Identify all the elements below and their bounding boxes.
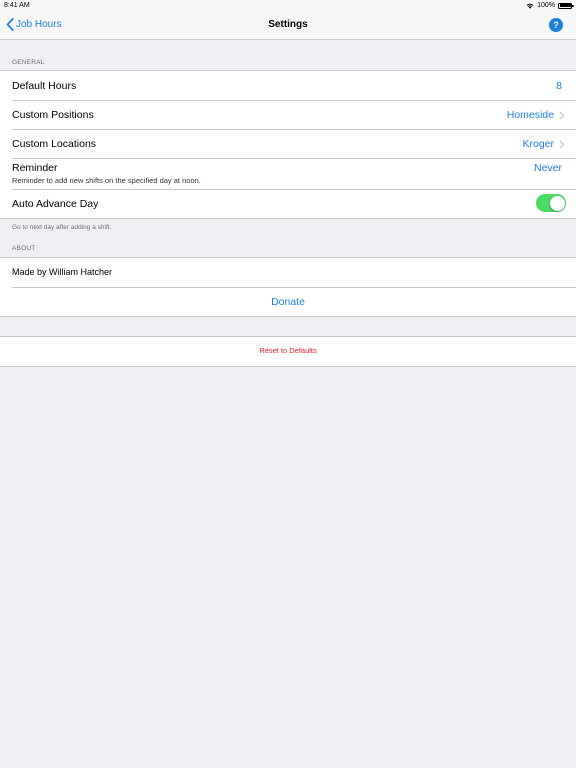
page-title: Settings bbox=[268, 19, 308, 30]
auto-advance-label: Auto Advance Day bbox=[12, 198, 99, 210]
custom-locations-row[interactable]: Custom Locations Kroger bbox=[0, 129, 576, 158]
general-footer: Go to next day after adding a shift. bbox=[12, 224, 112, 231]
chevron-right-icon bbox=[559, 111, 565, 119]
reset-row[interactable]: Reset to Defaults bbox=[0, 337, 576, 366]
default-hours-value[interactable]: 8 bbox=[556, 80, 562, 92]
made-by-row: Made by William Hatcher bbox=[0, 258, 576, 287]
section-header-general: GENERAL bbox=[12, 59, 45, 66]
reminder-label: Reminder bbox=[12, 162, 58, 174]
custom-positions-value-wrap: Homeside bbox=[507, 109, 565, 121]
status-time: 8:41 AM bbox=[4, 2, 30, 9]
custom-positions-value: Homeside bbox=[506, 109, 554, 121]
section-header-about: ABOUT bbox=[12, 245, 36, 252]
status-bar: 8:41 AM 100% bbox=[0, 0, 576, 11]
reminder-value[interactable]: Never bbox=[534, 162, 562, 174]
status-right: 100% bbox=[526, 0, 574, 11]
custom-locations-label: Custom Locations bbox=[12, 138, 97, 150]
made-by-label: Made by William Hatcher bbox=[12, 267, 113, 277]
about-group: Made by William Hatcher Donate bbox=[0, 257, 576, 317]
wifi-icon bbox=[526, 3, 534, 9]
custom-locations-value: Kroger bbox=[522, 138, 554, 150]
reminder-subtitle: Reminder to add new shifts on the specif… bbox=[12, 176, 201, 185]
help-icon[interactable]: ? bbox=[549, 18, 563, 32]
donate-button[interactable]: Donate bbox=[0, 296, 576, 308]
chevron-right-icon bbox=[559, 140, 565, 148]
reset-to-defaults-button[interactable]: Reset to Defaults bbox=[0, 346, 576, 355]
battery-fill bbox=[559, 4, 571, 7]
auto-advance-row: Auto Advance Day bbox=[0, 189, 576, 218]
default-hours-label: Default Hours bbox=[12, 80, 77, 92]
reminder-row[interactable]: Reminder Never Reminder to add new shift… bbox=[0, 158, 576, 189]
battery-percent: 100% bbox=[537, 2, 555, 9]
reset-group: Reset to Defaults bbox=[0, 336, 576, 367]
toggle-knob bbox=[549, 195, 565, 211]
custom-locations-value-wrap: Kroger bbox=[522, 138, 565, 150]
custom-positions-row[interactable]: Custom Positions Homeside bbox=[0, 100, 576, 129]
general-group: Default Hours 8 Custom Positions Homesid… bbox=[0, 70, 576, 219]
custom-positions-label: Custom Positions bbox=[12, 109, 94, 121]
donate-row[interactable]: Donate bbox=[0, 287, 576, 316]
default-hours-row[interactable]: Default Hours 8 bbox=[0, 71, 576, 100]
auto-advance-toggle[interactable] bbox=[536, 194, 566, 212]
navigation-bar: Job Hours Settings ? bbox=[0, 11, 576, 40]
battery-icon bbox=[558, 2, 574, 9]
